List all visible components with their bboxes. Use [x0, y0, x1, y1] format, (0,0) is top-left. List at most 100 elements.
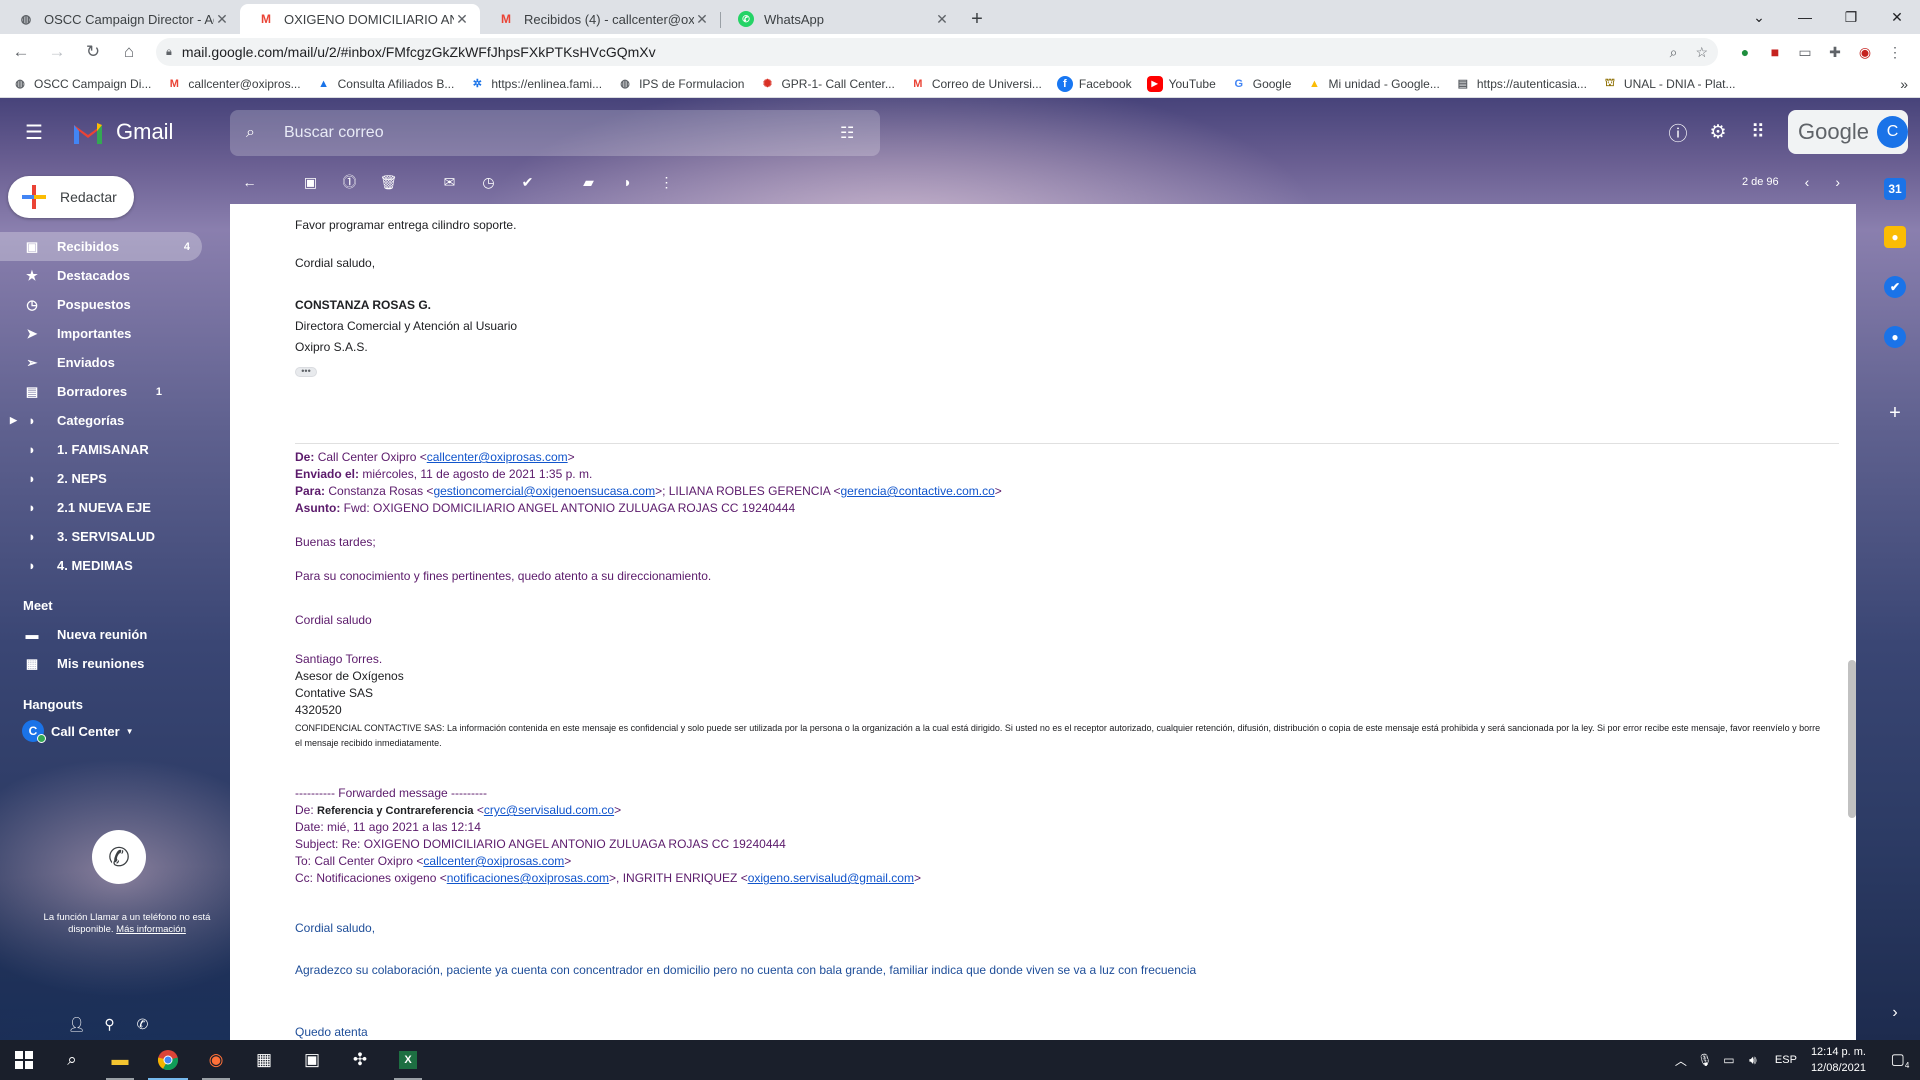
- more-vert-icon[interactable]: ⋮: [647, 174, 686, 191]
- tab-search-icon[interactable]: ⌄: [1736, 9, 1782, 26]
- help-icon[interactable]: ⓘ: [1658, 119, 1698, 146]
- clock[interactable]: 12:14 p. m. 12/08/2021: [1811, 1044, 1866, 1076]
- new-meeting-item[interactable]: ▬ Nueva reunión: [0, 620, 202, 649]
- sidebar-item-recibidos[interactable]: ▣ Recibidos 4: [0, 232, 202, 261]
- delete-icon[interactable]: 🗑︎: [369, 174, 408, 191]
- home-icon[interactable]: ⌂: [114, 42, 144, 62]
- email-link[interactable]: notificaciones@oxiprosas.com: [447, 871, 609, 885]
- phone-icon[interactable]: ✆: [126, 1016, 159, 1033]
- chrome-icon[interactable]: [144, 1040, 192, 1080]
- email-link[interactable]: gerencia@contactive.com.co: [841, 484, 995, 498]
- sidebar-item-enviados[interactable]: ➢ Enviados: [0, 348, 202, 377]
- bookmark[interactable]: ▤ https://autenticasia...: [1455, 76, 1587, 92]
- compose-button[interactable]: Redactar: [8, 176, 134, 218]
- keep-icon[interactable]: ●: [1884, 226, 1906, 248]
- close-icon[interactable]: ✕: [934, 11, 950, 28]
- search-input[interactable]: Buscar correo: [284, 124, 840, 142]
- email-link[interactable]: callcenter@oxiprosas.com: [423, 854, 564, 868]
- newer-chevron-icon[interactable]: ‹: [1805, 174, 1810, 190]
- calendar-icon[interactable]: 31: [1884, 178, 1906, 200]
- sidebar-item-pospuestos[interactable]: ◷ Pospuestos: [0, 290, 202, 319]
- sidebar-item-neps[interactable]: ◗ 2. NEPS: [0, 464, 202, 493]
- sidebar-item-categorias[interactable]: ▶ ◗ Categorías: [0, 406, 202, 435]
- bookmark[interactable]: G Google: [1231, 76, 1291, 92]
- labels-icon[interactable]: ◗: [608, 174, 647, 190]
- file-explorer-icon[interactable]: ▬: [96, 1040, 144, 1080]
- sidebar-item-famisanar[interactable]: ◗ 1. FAMISANAR: [0, 435, 202, 464]
- bookmark[interactable]: ✲ https://enlinea.fami...: [469, 76, 602, 92]
- new-tab-button[interactable]: +: [960, 4, 994, 34]
- main-menu-icon[interactable]: ☰: [22, 120, 46, 145]
- chevron-up-icon[interactable]: ︿: [1669, 1052, 1693, 1069]
- report-spam-icon[interactable]: ⓵: [330, 172, 369, 192]
- bookmark[interactable]: ◍ IPS de Formulacion: [617, 76, 744, 92]
- email-link[interactable]: oxigeno.servisalud@gmail.com: [748, 871, 914, 885]
- hide-panel-chevron-icon[interactable]: ›: [1884, 1004, 1906, 1022]
- close-icon[interactable]: ✕: [454, 11, 470, 28]
- minimize-icon[interactable]: —: [1782, 9, 1828, 25]
- person-icon[interactable]: 👤︎: [60, 1016, 93, 1033]
- bookmark[interactable]: ▲ Mi unidad - Google...: [1306, 76, 1440, 92]
- older-chevron-icon[interactable]: ›: [1835, 174, 1840, 190]
- location-pin-icon[interactable]: ⚲: [93, 1016, 126, 1033]
- tasks-icon[interactable]: ✔: [1884, 276, 1906, 298]
- move-to-icon[interactable]: ▰: [569, 174, 608, 191]
- microphone-icon[interactable]: 🎙︎: [1693, 1053, 1717, 1067]
- more-info-link[interactable]: Más información: [116, 924, 186, 935]
- snooze-icon[interactable]: ◷: [469, 174, 508, 191]
- lock-icon[interactable]: 🔒︎: [166, 46, 172, 59]
- my-meetings-item[interactable]: ▦ Mis reuniones: [0, 649, 202, 678]
- calculator-icon[interactable]: ▣: [288, 1040, 336, 1080]
- email-link[interactable]: gestioncomercial@oxigenoensucasa.com: [433, 484, 655, 498]
- back-to-inbox-icon[interactable]: ←: [230, 174, 269, 190]
- browser-tab[interactable]: M Recibidos (4) - callcenter@oxipro ✕: [480, 4, 720, 34]
- reload-icon[interactable]: ↻: [78, 42, 108, 62]
- scrollbar-thumb[interactable]: [1848, 660, 1856, 818]
- browser-tab-active[interactable]: M OXIGENO DOMICILIARIO ANGEL ✕: [240, 4, 480, 34]
- email-link[interactable]: cryc@servisalud.com.co: [484, 803, 614, 817]
- settings-gear-icon[interactable]: ⚙: [1698, 121, 1738, 144]
- avatar[interactable]: C: [1876, 116, 1908, 148]
- browser-tab[interactable]: ✆ WhatsApp ✕: [720, 4, 960, 34]
- bookmark[interactable]: M Correo de Universi...: [910, 76, 1042, 92]
- hangouts-user[interactable]: C Call Center ▼: [22, 720, 134, 743]
- sidebar-item-destacados[interactable]: ★ Destacados: [0, 261, 202, 290]
- sidebar-item-servisalud[interactable]: ◗ 3. SERVISALUD: [0, 522, 202, 551]
- app-icon[interactable]: ✣: [336, 1040, 384, 1080]
- archive-icon[interactable]: ▣: [291, 174, 330, 191]
- apps-grid-icon[interactable]: ⠿: [1738, 121, 1778, 144]
- network-icon[interactable]: ▭: [1717, 1053, 1741, 1067]
- bookmark[interactable]: f Facebook: [1056, 75, 1132, 92]
- profile-icon[interactable]: ◉: [1850, 44, 1880, 61]
- search-mail-box[interactable]: ⌕ Buscar correo ☷: [230, 110, 880, 156]
- contacts-icon[interactable]: ●: [1884, 326, 1906, 348]
- windows-start-icon[interactable]: [0, 1040, 48, 1080]
- sidebar-item-borradores[interactable]: ▤ Borradores 1: [0, 377, 202, 406]
- google-account-badge[interactable]: Google C: [1788, 110, 1908, 154]
- bookmarks-overflow-icon[interactable]: »: [1900, 76, 1908, 92]
- address-bar[interactable]: 🔒︎ mail.google.com/mail/u/2/#inbox/FMfcg…: [156, 38, 1718, 66]
- search-icon[interactable]: ⌕: [48, 1040, 96, 1080]
- back-icon[interactable]: ←: [6, 42, 36, 62]
- zoom-icon[interactable]: ⌕: [1670, 44, 1678, 61]
- sidebar-item-importantes[interactable]: ➤ Importantes: [0, 319, 202, 348]
- volume-icon[interactable]: 🔊︎: [1741, 1053, 1765, 1068]
- excel-icon[interactable]: X: [384, 1040, 432, 1080]
- search-icon[interactable]: ⌕: [246, 124, 268, 142]
- dropdown-caret-icon[interactable]: ▼: [126, 727, 134, 736]
- add-addon-icon[interactable]: +: [1884, 402, 1906, 425]
- bookmark[interactable]: Mcallcenter@oxipros...: [166, 76, 301, 92]
- bookmark[interactable]: ⛫ UNAL - DNIA - Plat...: [1602, 76, 1736, 92]
- add-to-tasks-icon[interactable]: ✔: [508, 174, 547, 191]
- close-icon[interactable]: ✕: [214, 11, 230, 28]
- url-text[interactable]: mail.google.com/mail/u/2/#inbox/FMfcgzGk…: [182, 44, 1652, 60]
- puzzle-icon[interactable]: ✚: [1820, 44, 1850, 61]
- firefox-icon[interactable]: ◉: [192, 1040, 240, 1080]
- app-icon[interactable]: ▦: [240, 1040, 288, 1080]
- sidebar-item-medimas[interactable]: ◗ 4. MEDIMAS: [0, 551, 202, 580]
- extension-icon[interactable]: ●: [1730, 44, 1760, 60]
- close-window-icon[interactable]: ✕: [1874, 9, 1920, 26]
- sidebar-item-nueva-eje[interactable]: ◗ 2.1 NUEVA EJE: [0, 493, 202, 522]
- show-trimmed-content-button[interactable]: •••: [295, 367, 317, 377]
- extension-icon[interactable]: ▭: [1790, 44, 1820, 61]
